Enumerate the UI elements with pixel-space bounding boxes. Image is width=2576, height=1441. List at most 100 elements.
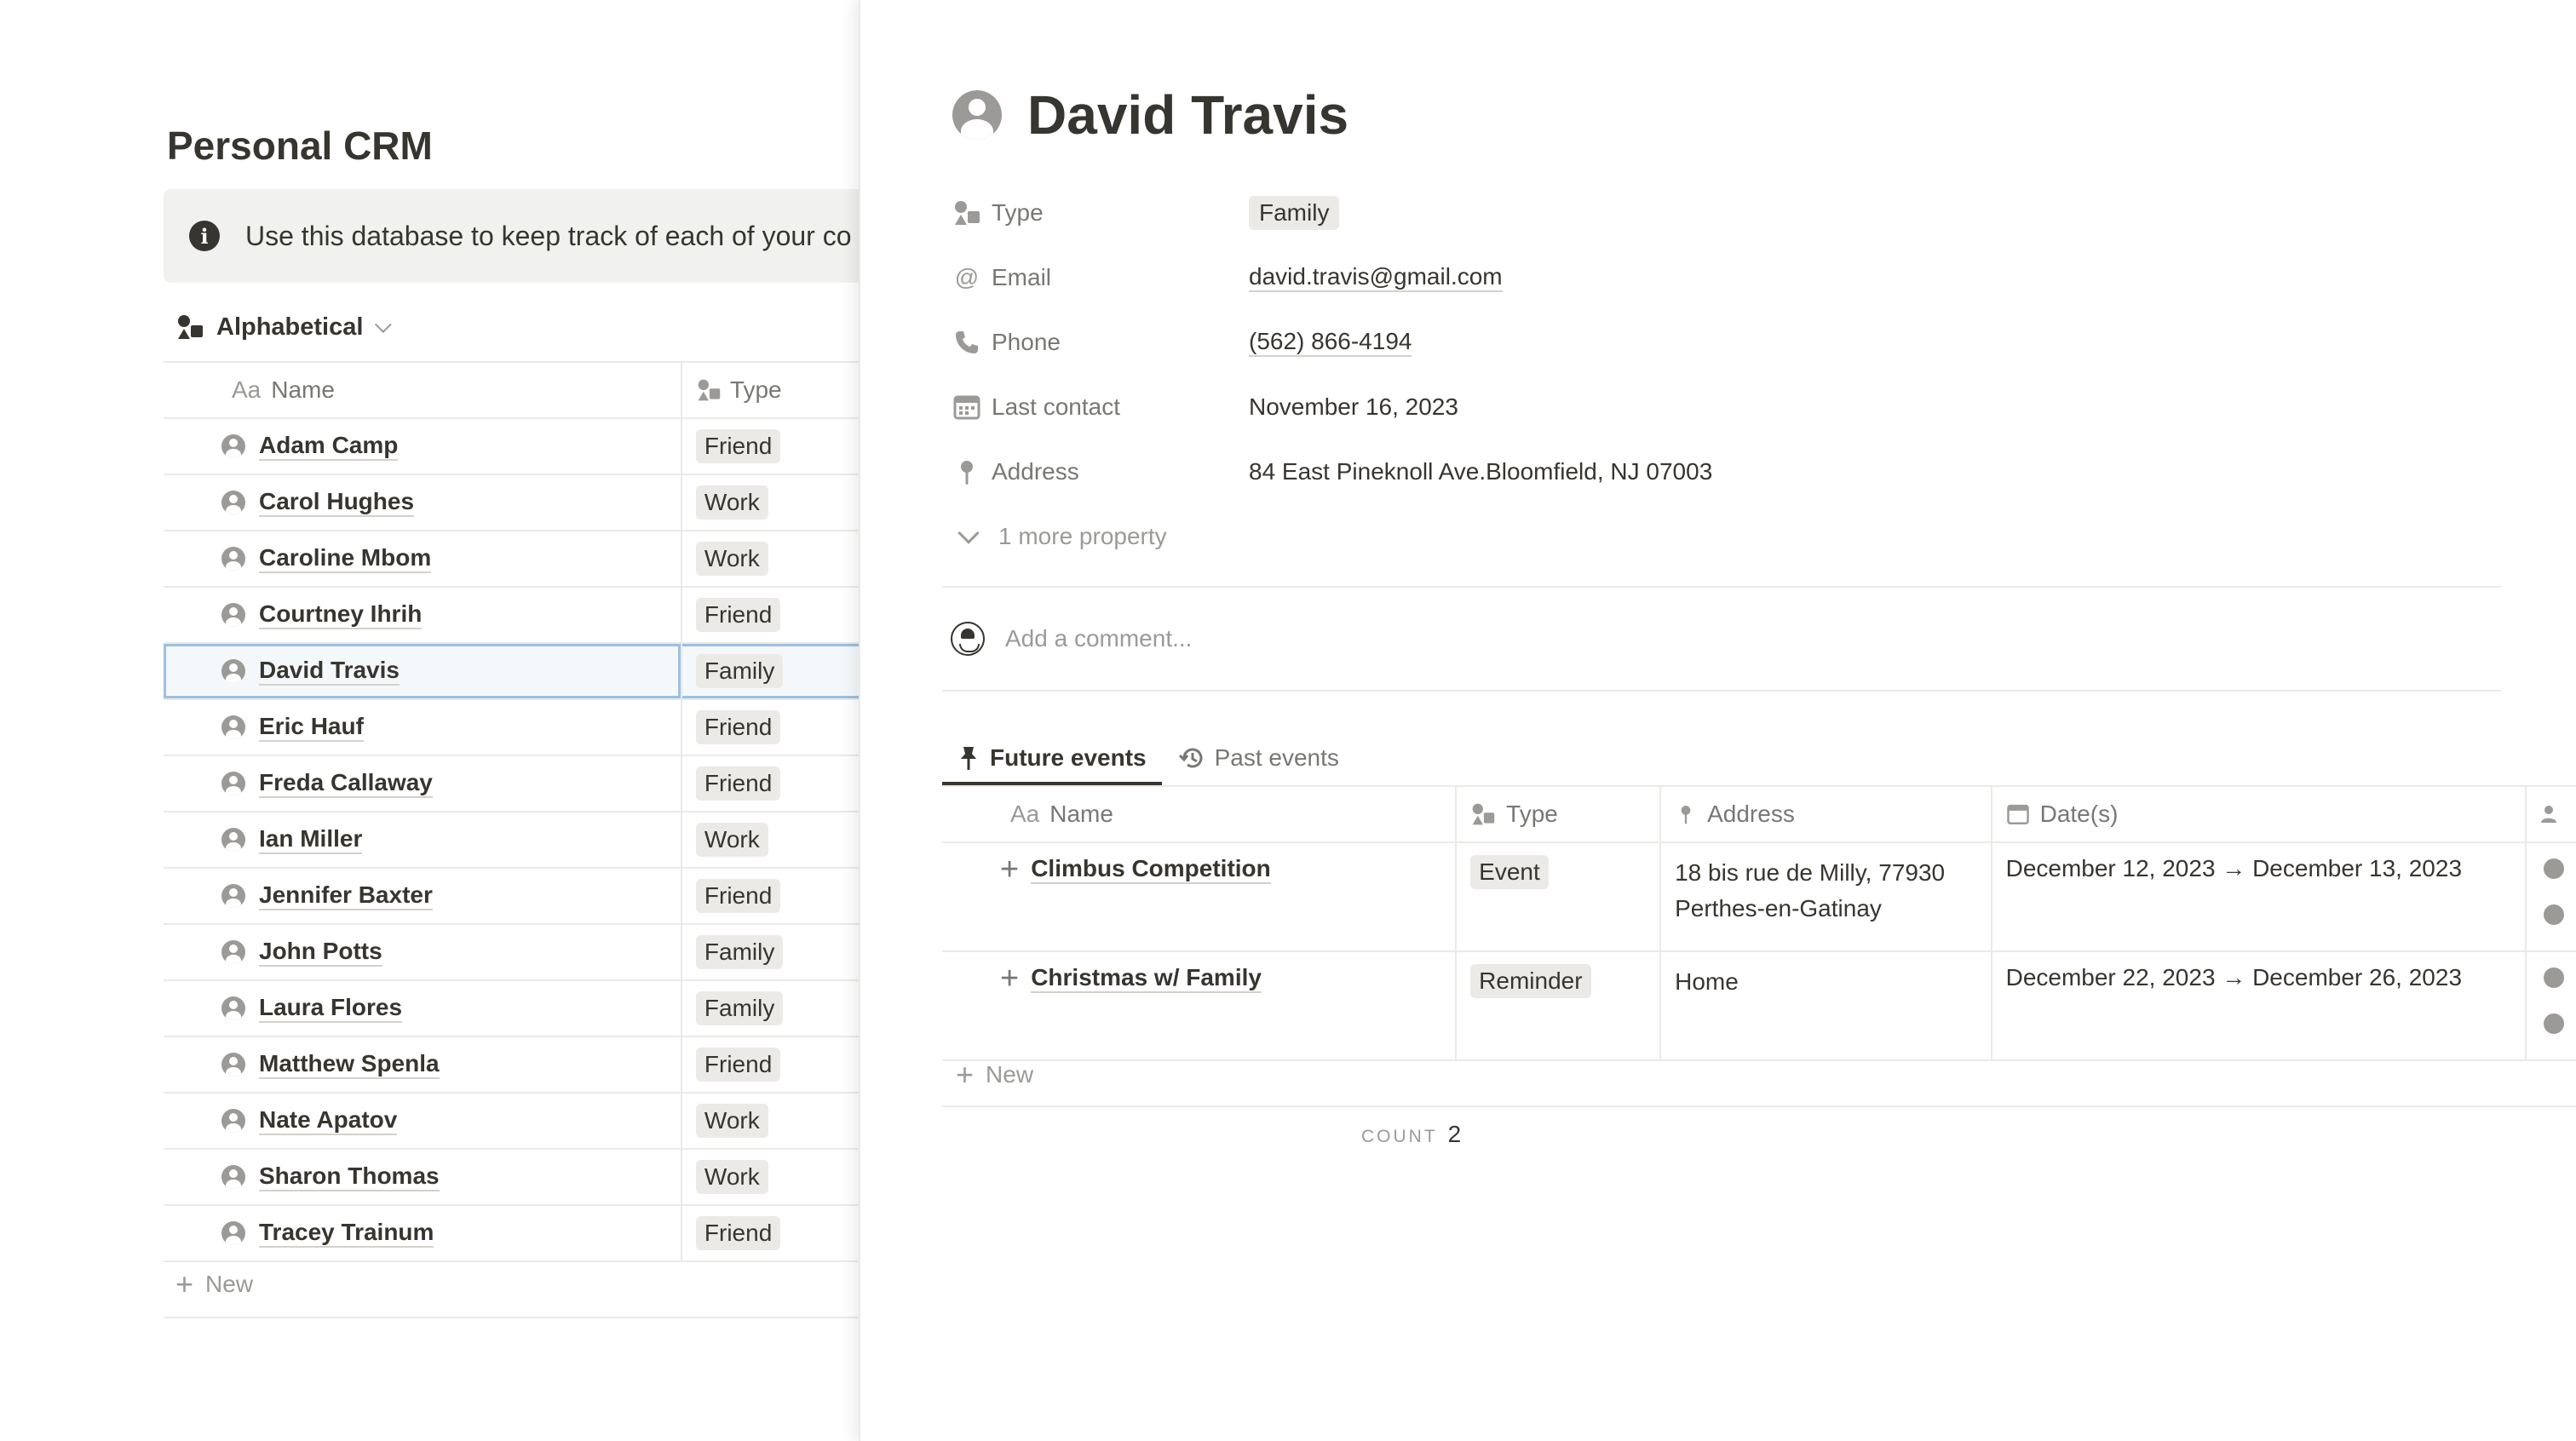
type-tag[interactable]: Family [1249, 196, 1340, 230]
table-row[interactable]: David Travis Family [164, 642, 859, 700]
event-people-cell[interactable] [2525, 950, 2576, 1061]
person-icon[interactable] [952, 90, 1002, 140]
email-value[interactable]: david.travis@gmail.com [1249, 263, 1503, 292]
phone-value[interactable]: (562) 866-4194 [1249, 328, 1412, 357]
more-properties-toggle[interactable]: 1 more property [952, 504, 1712, 569]
plus-icon[interactable]: + [1000, 853, 1019, 886]
view-selector-alphabetical[interactable]: Alphabetical [175, 310, 393, 344]
last-contact-value[interactable]: November 16, 2023 [1249, 393, 1458, 421]
type-cell[interactable]: Friend [681, 417, 859, 475]
type-cell[interactable]: Friend [681, 1204, 859, 1262]
contact-name[interactable]: Matthew Spenla [259, 1050, 440, 1079]
table-row[interactable]: Laura Flores Family [164, 979, 859, 1037]
event-name[interactable]: Christmas w/ Family [1031, 964, 1262, 993]
table-row[interactable]: Caroline Mbom Work [164, 530, 859, 588]
type-cell[interactable]: Friend [681, 586, 859, 644]
contact-name[interactable]: Jennifer Baxter [259, 881, 433, 910]
type-cell[interactable]: Family [681, 979, 859, 1037]
table-row[interactable]: Carol Hughes Work [164, 474, 859, 531]
contact-name[interactable]: Adam Camp [259, 432, 399, 461]
contact-name[interactable]: Freda Callaway [259, 769, 433, 798]
type-cell[interactable]: Work [681, 530, 859, 588]
table-row[interactable]: + Climbus Competition Event 18 bis rue de M… [942, 841, 2576, 952]
address-value[interactable]: 84 East Pineknoll Ave.Bloomfield, NJ 070… [1249, 458, 1712, 485]
table-row[interactable]: Sharon Thomas Work [164, 1148, 859, 1206]
table-row[interactable]: Eric Hauf Friend [164, 698, 859, 756]
event-dates-cell[interactable]: December 22, 2023 → December 26, 2023 [1991, 950, 2527, 1061]
name-cell[interactable]: Eric Hauf [164, 698, 682, 756]
contact-name[interactable]: Nate Apatov [259, 1106, 398, 1135]
page-title[interactable]: David Travis [1027, 83, 1348, 146]
property-type[interactable]: Type Family [952, 181, 1712, 245]
property-email[interactable]: @ Email david.travis@gmail.com [952, 245, 1712, 310]
contact-name[interactable]: Eric Hauf [259, 713, 364, 742]
tab-future-events[interactable]: Future events [942, 732, 1162, 785]
name-cell[interactable]: John Potts [164, 923, 682, 981]
name-cell[interactable]: Ian Miller [164, 811, 682, 869]
new-row-button[interactable]: + New [175, 1269, 253, 1300]
type-cell[interactable]: Work [681, 1148, 859, 1206]
table-row[interactable]: + Christmas w/ Family Reminder Home December… [942, 950, 2576, 1061]
contact-name[interactable]: Sharon Thomas [259, 1163, 440, 1191]
comment-input[interactable]: Add a comment... [1005, 625, 1192, 652]
event-address-cell[interactable]: 18 bis rue de Milly, 77930 Perthes-en-Ga… [1660, 841, 1992, 952]
name-cell[interactable]: Adam Camp [164, 417, 682, 475]
contact-name[interactable]: John Potts [259, 938, 382, 967]
type-cell[interactable]: Friend [681, 1036, 859, 1094]
plus-icon[interactable]: + [1000, 962, 1019, 995]
contact-name[interactable]: Caroline Mbom [259, 544, 432, 573]
table-row[interactable]: Courtney Ihrih Friend [164, 586, 859, 644]
event-people-cell[interactable] [2525, 841, 2576, 952]
column-header-type[interactable]: Type [681, 361, 859, 419]
event-address-cell[interactable]: Home [1660, 950, 1992, 1061]
table-row[interactable]: Freda Callaway Friend [164, 755, 859, 812]
type-cell[interactable]: Friend [681, 755, 859, 812]
table-row[interactable]: Nate Apatov Work [164, 1092, 859, 1150]
contact-name[interactable]: Carol Hughes [259, 488, 415, 517]
contact-name[interactable]: Ian Miller [259, 825, 363, 854]
event-name-cell[interactable]: + Christmas w/ Family [942, 950, 1458, 1061]
table-count[interactable]: COUNT 2 [1361, 1121, 1461, 1148]
type-cell[interactable]: Work [681, 474, 859, 531]
comment-composer[interactable]: Add a comment... [951, 622, 1192, 656]
column-header-type[interactable]: Type [1456, 785, 1662, 843]
name-cell[interactable]: Tracey Trainum [164, 1204, 682, 1262]
name-cell[interactable]: Laura Flores [164, 979, 682, 1037]
type-cell[interactable]: Family [681, 923, 859, 981]
contact-name[interactable]: Laura Flores [259, 994, 403, 1023]
tab-past-events[interactable]: Past events [1162, 732, 1354, 784]
name-cell[interactable]: Courtney Ihrih [164, 586, 682, 644]
table-row[interactable]: John Potts Family [164, 923, 859, 981]
event-name[interactable]: Climbus Competition [1031, 855, 1271, 884]
name-cell[interactable]: Sharon Thomas [164, 1148, 682, 1206]
property-address[interactable]: Address 84 East Pineknoll Ave.Bloomfield… [952, 439, 1712, 504]
type-cell[interactable]: Friend [681, 698, 859, 756]
contact-name[interactable]: David Travis [259, 657, 400, 686]
event-name-cell[interactable]: + Climbus Competition [942, 841, 1458, 952]
column-header-name[interactable]: Aa Name [164, 361, 682, 419]
new-event-button[interactable]: + New [956, 1059, 1033, 1090]
name-cell[interactable]: Jennifer Baxter [164, 867, 682, 925]
property-last-contact[interactable]: Last contact November 16, 2023 [952, 375, 1712, 439]
name-cell[interactable]: Caroline Mbom [164, 530, 682, 588]
contact-name[interactable]: Courtney Ihrih [259, 600, 423, 629]
name-cell[interactable]: Nate Apatov [164, 1092, 682, 1150]
type-cell[interactable]: Work [681, 811, 859, 869]
column-header-address[interactable]: Address [1660, 785, 1992, 843]
name-cell[interactable]: Matthew Spenla [164, 1036, 682, 1094]
table-row[interactable]: Adam Camp Friend [164, 417, 859, 475]
name-cell[interactable]: David Travis [164, 642, 682, 700]
table-row[interactable]: Ian Miller Work [164, 811, 859, 869]
column-header-name[interactable]: Aa Name [942, 785, 1458, 843]
event-type-cell[interactable]: Event [1456, 841, 1662, 952]
name-cell[interactable]: Carol Hughes [164, 474, 682, 531]
table-row[interactable]: Jennifer Baxter Friend [164, 867, 859, 925]
type-cell[interactable]: Family [681, 642, 859, 700]
name-cell[interactable]: Freda Callaway [164, 755, 682, 812]
column-header-dates[interactable]: Date(s) [1991, 785, 2527, 843]
type-cell[interactable]: Friend [681, 867, 859, 925]
property-phone[interactable]: Phone (562) 866-4194 [952, 310, 1712, 375]
event-dates-cell[interactable]: December 12, 2023 → December 13, 2023 [1991, 841, 2527, 952]
type-cell[interactable]: Work [681, 1092, 859, 1150]
table-row[interactable]: Matthew Spenla Friend [164, 1036, 859, 1094]
